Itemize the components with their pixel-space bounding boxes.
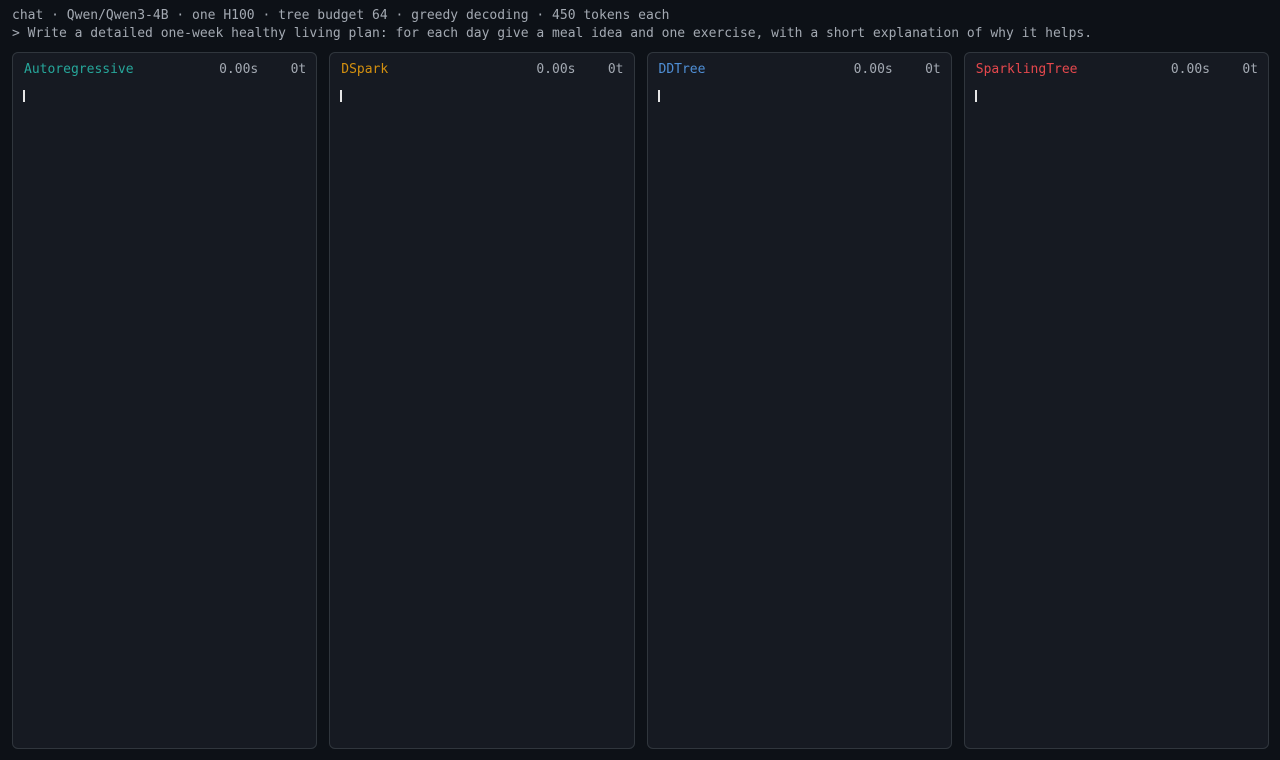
panel-header: DDTree 0.00s 0t [659,61,941,79]
elapsed-time: 0.00s [853,62,893,77]
panel-title: DDTree [658,62,706,77]
panel-title: SparklingTree [975,62,1078,77]
elapsed-time: 0.00s [219,62,259,77]
panel-dspark: DSpark 0.00s 0t [329,52,635,749]
elapsed-time: 0.00s [1170,62,1210,77]
text-cursor [340,90,343,102]
panel-autoregressive: Autoregressive 0.00s 0t [12,52,318,749]
token-count: 0t [1242,62,1258,77]
panel-header: DSpark 0.00s 0t [341,61,623,79]
panel-title: DSpark [341,62,389,77]
panel-ddtree: DDTree 0.00s 0t [646,52,952,749]
panel-header: Autoregressive 0.00s 0t [24,61,306,79]
text-cursor [657,90,660,102]
text-cursor [974,90,977,102]
panels-row: Autoregressive 0.00s 0t DSpark 0.00s 0t … [12,52,1269,749]
prompt-line: > Write a detailed one-week healthy livi… [12,26,1093,41]
panel-title: Autoregressive [24,62,134,77]
token-count: 0t [290,62,307,77]
panel-sparklingtree: SparklingTree 0.00s 0t [963,52,1269,749]
elapsed-time: 0.00s [536,62,576,77]
panel-header: SparklingTree 0.00s 0t [976,61,1258,79]
header: chat · Qwen/Qwen3-4B · one H100 · tree b… [12,7,1092,43]
token-count: 0t [607,62,624,77]
text-cursor [23,90,25,102]
token-count: 0t [925,62,941,77]
run-info-line: chat · Qwen/Qwen3-4B · one H100 · tree b… [12,8,670,23]
